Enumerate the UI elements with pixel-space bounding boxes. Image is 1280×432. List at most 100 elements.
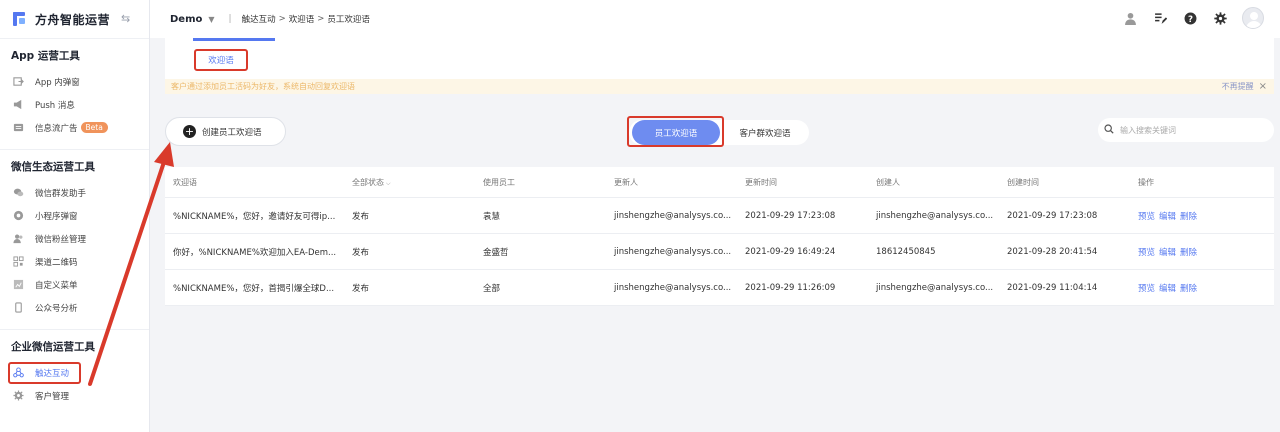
col-header-staff: 使用员工 — [483, 177, 515, 187]
plus-circle-icon: + — [183, 125, 196, 138]
col-header-updater: 更新人 — [614, 177, 638, 187]
edit-link[interactable]: 编辑 — [1159, 284, 1176, 294]
cell-created: 2021-09-28 20:41:54 — [1007, 246, 1098, 257]
preview-link[interactable]: 预览 — [1138, 212, 1155, 222]
col-header-status[interactable]: 全部状态 ⌵ — [344, 177, 475, 188]
header-icons: ? — [1122, 7, 1264, 29]
delete-link[interactable]: 删除 — [1180, 212, 1197, 222]
sidebar-item-analytics[interactable]: 公众号分析 — [0, 296, 149, 319]
sidebar: 方舟智能运营 ⇆ App 运营工具 App 内弹窗 Push 消息 信息流广告 … — [0, 0, 150, 432]
menu-icon — [13, 279, 24, 290]
cell-actions: 预览 编辑 删除 — [1130, 246, 1270, 258]
sidebar-item-label: App 内弹窗 — [35, 77, 80, 88]
gear-icon — [13, 390, 24, 401]
users-icon — [13, 233, 24, 244]
welcome-table: 欢迎语 全部状态 ⌵ 使用员工 更新人 更新时间 创建人 创建时间 操作 %NIC… — [165, 167, 1274, 306]
col-header-created: 创建时间 — [1007, 177, 1039, 187]
edit-list-icon[interactable] — [1152, 10, 1168, 26]
status-filter-label: 全部状态 — [352, 177, 384, 187]
header-divider: | — [228, 14, 232, 24]
sidebar-item-label: 客户管理 — [35, 391, 70, 402]
cell-staff: 全部 — [483, 283, 501, 294]
cell-updated: 2021-09-29 17:23:08 — [745, 210, 836, 221]
preview-link[interactable]: 预览 — [1138, 248, 1155, 258]
miniprogram-icon — [13, 210, 24, 221]
sidebar-item-push[interactable]: Push 消息 — [0, 93, 149, 116]
chevron-down-icon: ⌵ — [386, 179, 391, 187]
sidebar-item-custom-menu[interactable]: 自定义菜单 — [0, 273, 149, 296]
brand-name: 方舟智能运营 — [35, 12, 111, 27]
cell-staff: 金盛哲 — [483, 247, 509, 258]
create-welcome-label: 创建员工欢迎语 — [202, 127, 262, 138]
dismiss-notice-link[interactable]: 不再提醒 — [1222, 81, 1254, 92]
col-header-message: 欢迎语 — [173, 177, 197, 187]
cell-updater: jinshengzhe@analysys.co... — [614, 210, 732, 221]
popup-icon — [13, 76, 24, 87]
delete-link[interactable]: 删除 — [1180, 284, 1197, 294]
notice-text: 客户通过添加员工活码为好友，系统自动回复欢迎语 — [171, 82, 355, 91]
edit-link[interactable]: 编辑 — [1159, 212, 1176, 222]
sidebar-item-label: 小程序弹窗 — [35, 211, 78, 222]
breadcrumb-current: 员工欢迎语 — [327, 15, 370, 25]
settings-icon[interactable] — [1212, 10, 1228, 26]
sidebar-item-fans[interactable]: 微信粉丝管理 — [0, 227, 149, 250]
top-header: Demo ▼ | 触达互动 > 欢迎语 > 员工欢迎语 ? — [150, 0, 1280, 38]
search-icon — [1104, 123, 1114, 137]
cell-actions: 预览 编辑 删除 — [1130, 282, 1270, 294]
cell-actions: 预览 编辑 删除 — [1130, 210, 1270, 222]
delete-link[interactable]: 删除 — [1180, 248, 1197, 258]
cell-updater: jinshengzhe@analysys.co... — [614, 282, 732, 293]
close-icon[interactable]: × — [1259, 81, 1267, 92]
project-selector[interactable]: Demo — [170, 14, 202, 25]
chevron-down-icon[interactable]: ▼ — [208, 15, 214, 24]
nav-group-title: 企业微信运营工具 — [11, 341, 95, 353]
sidebar-item-customers[interactable]: 客户管理 — [0, 384, 149, 407]
sidebar-item-label: 信息流广告 — [35, 123, 78, 134]
help-icon[interactable]: ? — [1182, 10, 1198, 26]
breadcrumb-separator: > — [278, 14, 286, 24]
wechat-icon — [13, 187, 24, 198]
create-welcome-button[interactable]: + 创建员工欢迎语 — [165, 117, 286, 146]
search-box — [1098, 118, 1274, 142]
nav-group-title: 微信生态运营工具 — [11, 161, 95, 173]
user-icon[interactable] — [1122, 10, 1138, 26]
cell-creator: 18612450845 — [876, 246, 936, 257]
sidebar-item-interaction[interactable]: 触达互动 — [0, 361, 149, 384]
cell-updated: 2021-09-29 11:26:09 — [745, 282, 836, 293]
breadcrumb-item[interactable]: 欢迎语 — [289, 13, 315, 25]
edit-link[interactable]: 编辑 — [1159, 248, 1176, 258]
tab-welcome[interactable]: 欢迎语 — [194, 49, 248, 71]
segment-group-welcome[interactable]: 客户群欢迎语 — [725, 120, 805, 145]
cell-creator: jinshengzhe@analysys.co... — [876, 210, 994, 221]
cell-status: 发布 — [352, 247, 370, 258]
svg-text:?: ? — [1187, 14, 1192, 24]
cell-created: 2021-09-29 11:04:14 — [1007, 282, 1098, 293]
beta-badge: Beta — [80, 122, 108, 133]
search-input[interactable] — [1120, 125, 1260, 135]
sidebar-item-qrcode[interactable]: 渠道二维码 — [0, 250, 149, 273]
sidebar-item-app-popup[interactable]: App 内弹窗 — [0, 70, 149, 93]
sidebar-item-group-send[interactable]: 微信群发助手 — [0, 181, 149, 204]
nav-group-title: App 运营工具 — [11, 50, 80, 62]
col-header-actions: 操作 — [1138, 177, 1154, 187]
highlight-box — [8, 362, 81, 384]
collapse-sidebar-icon[interactable]: ⇆ — [121, 12, 130, 25]
cell-updater: jinshengzhe@analysys.co... — [614, 246, 732, 257]
table-header: 欢迎语 全部状态 ⌵ 使用员工 更新人 更新时间 创建人 创建时间 操作 — [165, 167, 1274, 198]
notice-actions: 不再提醒 × — [1222, 79, 1267, 94]
phone-icon — [13, 302, 24, 313]
sidebar-item-label: 微信群发助手 — [35, 188, 87, 199]
table-row: %NICKNAME%，您好，邀请好友可得ip... 发布 袁慧 jinsheng… — [165, 198, 1274, 234]
col-header-updated: 更新时间 — [745, 177, 777, 187]
preview-link[interactable]: 预览 — [1138, 284, 1155, 294]
avatar[interactable] — [1242, 7, 1264, 29]
nav-group-wechat: 微信生态运营工具 微信群发助手 小程序弹窗 微信粉丝管理 渠道二维码 自定义菜单… — [0, 149, 149, 329]
sidebar-item-label: 微信粉丝管理 — [35, 234, 87, 245]
sidebar-item-miniprogram[interactable]: 小程序弹窗 — [0, 204, 149, 227]
breadcrumb-item[interactable]: 触达互动 — [242, 13, 276, 25]
table-row: 你好，%NICKNAME%欢迎加入EA-Dem... 发布 金盛哲 jinshe… — [165, 234, 1274, 270]
sidebar-item-label: 公众号分析 — [35, 303, 78, 314]
highlight-box — [627, 116, 724, 147]
sidebar-item-feed-ads[interactable]: 信息流广告 Beta — [0, 116, 149, 139]
cell-message: 你好，%NICKNAME%欢迎加入EA-Dem... — [173, 247, 337, 258]
